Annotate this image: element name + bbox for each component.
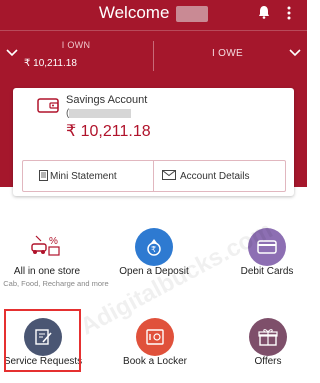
i-own-label: I OWN (61, 40, 91, 50)
statement-icon (39, 170, 48, 181)
account-number: ( (66, 108, 132, 119)
more-options-icon[interactable] (286, 5, 292, 21)
tile-offers[interactable]: Offers (223, 300, 313, 380)
redacted-username (176, 5, 209, 22)
notification-bell-icon[interactable] (258, 5, 270, 19)
mini-statement-label: Mini Statement (50, 171, 117, 182)
svg-text:₹: ₹ (151, 245, 156, 254)
account-name: Savings Account (66, 94, 148, 106)
i-own-value: ₹ 10,211.18 (24, 58, 77, 69)
tile-label: All in one store (13, 266, 81, 277)
account-actions: Mini Statement Account Details (22, 160, 286, 192)
store-icon: % (28, 228, 66, 266)
redacted-account-number (69, 108, 132, 118)
i-owe-label: I OWE (212, 48, 243, 59)
chevron-down-icon[interactable] (289, 49, 301, 57)
welcome-text: Welcome (98, 3, 170, 22)
locker-icon (136, 318, 174, 356)
tile-sublabel: Cab, Food, Recharge and more (3, 279, 109, 288)
wallet-icon (37, 98, 59, 113)
summary-divider (153, 41, 154, 71)
deposit-icon: ₹ (135, 228, 173, 266)
mini-statement-button[interactable]: Mini Statement (23, 161, 154, 191)
savings-account-card[interactable]: Savings Account ( ₹ 10,211.18 Mini State… (13, 88, 294, 196)
envelope-icon (162, 170, 176, 180)
tile-label: Debit Cards (240, 266, 294, 277)
tile-label: Offers (254, 356, 282, 367)
tile-label: Book a Locker (123, 356, 187, 367)
svg-text:%: % (49, 236, 58, 247)
offers-icon (249, 318, 287, 356)
own-owe-summary: I OWN ₹ 10,211.18 I OWE (0, 30, 307, 80)
highlight-box (4, 309, 81, 372)
account-details-button[interactable]: Account Details (154, 161, 286, 191)
chevron-down-icon[interactable] (6, 49, 18, 57)
title-bar: Welcome (0, 0, 307, 26)
account-balance: ₹ 10,211.18 (66, 123, 151, 140)
tile-all-in-one-store[interactable]: % All in one store Cab, Food, Recharge a… (2, 210, 109, 290)
account-details-label: Account Details (180, 171, 250, 182)
